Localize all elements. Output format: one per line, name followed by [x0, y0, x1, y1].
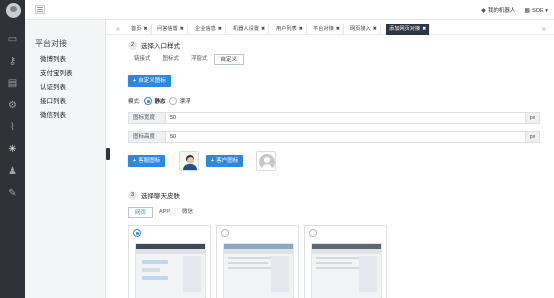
- close-icon[interactable]: ✖: [336, 26, 340, 32]
- radio-static-label: 静态: [154, 99, 166, 105]
- style-tab-link[interactable]: 链接式: [128, 54, 157, 65]
- tab-robot-settings[interactable]: 机器人设置 ✖: [230, 24, 270, 35]
- chevron-down-icon: ▾: [545, 7, 548, 14]
- tab-add-web[interactable]: 添加网页对接 ✖: [386, 24, 431, 35]
- submenu-title: 平台对接: [35, 39, 67, 48]
- soe-menu[interactable]: ▦ SOE ▾: [524, 7, 548, 14]
- icon-height-field: 图标高度 50 px: [128, 131, 540, 143]
- skin-option[interactable]: [128, 225, 211, 298]
- tab-users[interactable]: 用户列表 ✖: [273, 24, 307, 35]
- section-title: 选择入口样式: [141, 43, 180, 50]
- skin-tab-app[interactable]: APP: [153, 207, 176, 218]
- header-right: ◆ 我的机器人 ▦ SOE ▾: [481, 6, 548, 15]
- step-number: 2: [128, 40, 137, 50]
- gear-icon[interactable]: ⚙: [0, 96, 25, 114]
- radio-static[interactable]: [143, 97, 152, 105]
- tab-platform[interactable]: 平台对接 ✖: [310, 24, 344, 35]
- icon-height-input[interactable]: 50: [166, 132, 525, 142]
- close-icon[interactable]: ✖: [180, 26, 184, 32]
- icon-width-label: 图标宽度: [129, 113, 166, 123]
- plus-icon: +: [211, 158, 215, 164]
- close-icon[interactable]: ✖: [218, 26, 222, 32]
- skin-preview: [223, 243, 294, 298]
- skin-tabs: 网页 APP 微信: [128, 207, 199, 218]
- grid-icon: ▦: [524, 7, 531, 14]
- document-icon[interactable]: ▤: [0, 74, 25, 92]
- skin-tab-wechat[interactable]: 微信: [176, 207, 199, 218]
- skin-preview: [311, 243, 382, 298]
- unit-label: px: [525, 113, 539, 123]
- icon-width-field: 图标宽度 50 px: [128, 112, 540, 124]
- icon-height-label: 图标高度: [129, 132, 166, 142]
- submenu-item[interactable]: 支付宝列表: [40, 67, 73, 77]
- section-title: 选择聊天皮肤: [141, 193, 180, 200]
- submenu-item[interactable]: 认证列表: [40, 81, 66, 91]
- style-tabs: 链接式 图标式 浮窗式 自定义: [128, 54, 245, 65]
- close-icon[interactable]: ✖: [422, 26, 426, 32]
- section-3-header: 3 选择聊天皮肤: [128, 190, 180, 200]
- icon-sidebar: ▭ ⚷ ▤ ⚙ ⌇ ✳ ♟ ✎: [0, 0, 25, 298]
- tab-qa[interactable]: 问答信置 ✖: [154, 24, 188, 35]
- close-icon[interactable]: ✖: [143, 26, 147, 32]
- close-icon[interactable]: ✖: [261, 26, 265, 32]
- style-tab-float[interactable]: 浮窗式: [185, 54, 214, 65]
- app-root: ▭ ⚷ ▤ ⚙ ⌇ ✳ ♟ ✎ ◆ 我的机器人 ▦ SOE ▾ 平台对接 微博列表 …: [0, 0, 554, 298]
- custom-icon-button[interactable]: + 自定义图标: [128, 75, 171, 87]
- person-icon[interactable]: ♟: [0, 162, 25, 180]
- radio-float-label: 漂浮: [179, 99, 191, 105]
- tab-web-access[interactable]: 网页接入 ✖: [347, 24, 381, 35]
- chart-icon[interactable]: ⌇: [0, 118, 25, 136]
- tab-bar: « 首页 ✖ 问答信置 ✖ 企业信息 ✖ 机器人设置 ✖ 用户列表 ✖ 平台对接 ✖ 网页接…: [106, 24, 554, 35]
- asterisk-icon[interactable]: ✳: [0, 140, 25, 158]
- submenu-item[interactable]: 接口列表: [40, 95, 66, 105]
- tabs-prev-icon[interactable]: «: [116, 24, 120, 35]
- icon-width-input[interactable]: 50: [166, 113, 525, 123]
- main-content: 2 选择入口样式 链接式 图标式 浮窗式 自定义 + 自定义图标 模式: 静态 漂…: [106, 35, 554, 298]
- skin-option[interactable]: [304, 225, 387, 298]
- skin-option[interactable]: [216, 225, 299, 298]
- close-icon[interactable]: ✖: [373, 26, 377, 32]
- step-number: 3: [128, 190, 137, 200]
- menu-toggle-icon[interactable]: [35, 5, 45, 14]
- service-avatar-preview: [179, 151, 199, 171]
- radio-float[interactable]: [168, 97, 177, 105]
- section-2-header: 2 选择入口样式: [128, 40, 180, 50]
- plus-icon: +: [133, 78, 137, 84]
- service-icon-button[interactable]: + 客服图标: [128, 155, 166, 167]
- user-icon: ◆: [481, 8, 486, 14]
- style-tab-icon[interactable]: 图标式: [157, 54, 186, 65]
- desktop-icon[interactable]: ▭: [0, 30, 25, 48]
- top-header: ◆ 我的机器人 ▦ SOE ▾: [25, 0, 554, 20]
- style-tab-custom[interactable]: 自定义: [213, 54, 245, 65]
- tab-company[interactable]: 企业信息 ✖: [192, 24, 226, 35]
- skin-radio[interactable]: [133, 229, 141, 237]
- mode-selector: 模式: 静态 漂浮: [128, 97, 191, 105]
- wrench-icon[interactable]: ✎: [0, 184, 25, 202]
- submenu: 平台对接 微博列表 支付宝列表 认证列表 接口列表 微信列表: [25, 20, 106, 298]
- unit-label: px: [525, 132, 539, 142]
- tabs-next-icon[interactable]: »: [542, 24, 546, 35]
- key-icon[interactable]: ⚷: [0, 52, 25, 70]
- skin-tab-web[interactable]: 网页: [128, 207, 154, 218]
- mode-label: 模式:: [128, 99, 141, 105]
- customer-icon-button[interactable]: + 客户图标: [206, 155, 244, 167]
- skin-radio[interactable]: [309, 229, 317, 237]
- tab-home[interactable]: 首页 ✖: [128, 24, 152, 35]
- submenu-item[interactable]: 微信列表: [40, 109, 66, 119]
- skin-radio[interactable]: [221, 229, 229, 237]
- my-robot-link[interactable]: ◆ 我的机器人: [481, 6, 515, 14]
- plus-icon: +: [133, 158, 137, 164]
- close-icon[interactable]: ✖: [299, 26, 303, 32]
- submenu-item[interactable]: 微博列表: [40, 53, 66, 63]
- skin-preview: [135, 243, 206, 298]
- customer-avatar-preview: [256, 151, 276, 171]
- user-avatar[interactable]: [6, 3, 21, 18]
